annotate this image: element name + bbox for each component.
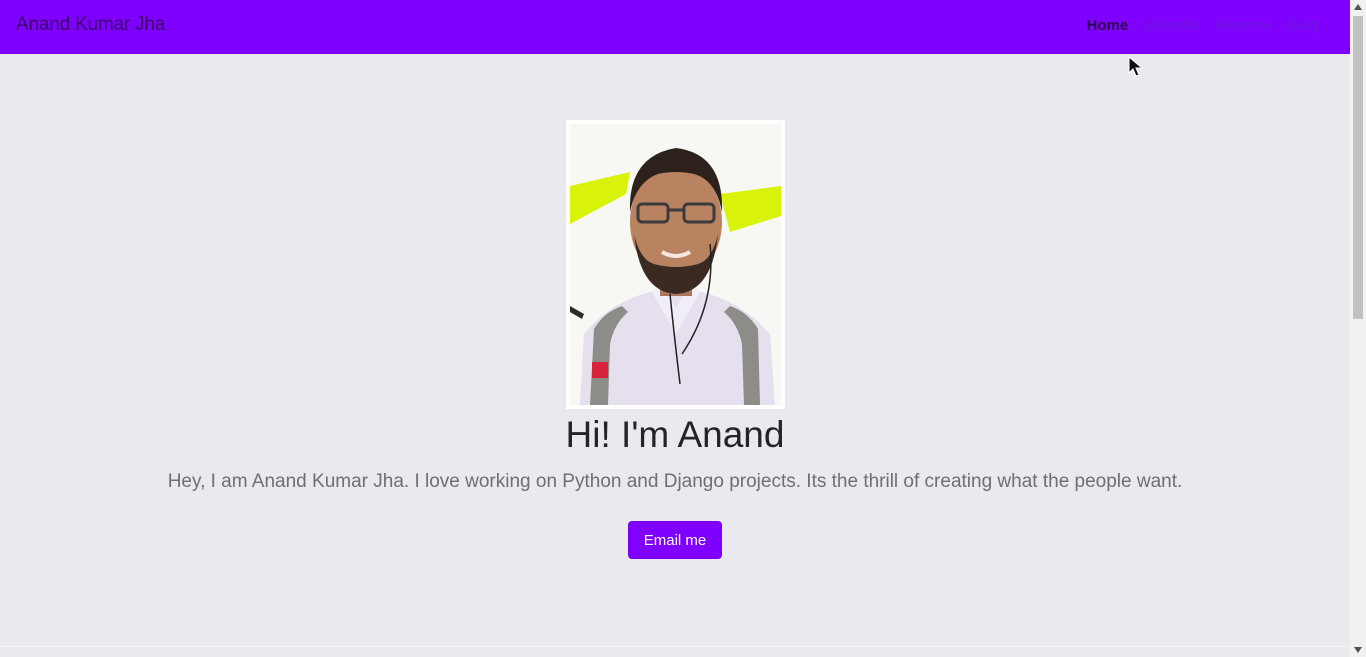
- hero-subtitle: Hey, I am Anand Kumar Jha. I love workin…: [167, 471, 1183, 492]
- brand-link[interactable]: Anand Kumar Jha: [16, 14, 165, 36]
- page-viewport: Anand Kumar Jha Home Linkedin Resume Blo…: [0, 0, 1350, 657]
- scroll-up-arrow-icon[interactable]: [1350, 0, 1366, 14]
- nav-link-blog[interactable]: Blog: [1280, 17, 1326, 34]
- section-divider: [0, 646, 1350, 647]
- scrollbar-thumb[interactable]: [1353, 16, 1363, 319]
- email-me-button[interactable]: Email me: [628, 521, 722, 559]
- nav-link-home[interactable]: Home: [1079, 17, 1137, 34]
- scroll-down-arrow-icon[interactable]: [1350, 643, 1366, 657]
- top-navbar: Anand Kumar Jha Home Linkedin Resume Blo…: [0, 0, 1350, 54]
- nav-link-resume[interactable]: Resume: [1208, 17, 1280, 34]
- profile-photo: [570, 124, 781, 405]
- nav-links: Home Linkedin Resume Blog: [1079, 17, 1326, 34]
- vertical-scrollbar[interactable]: [1350, 0, 1366, 657]
- mouse-cursor-icon: [1128, 56, 1144, 77]
- hero-title: Hi! I'm Anand: [565, 414, 785, 455]
- nav-link-linkedin[interactable]: Linkedin: [1136, 17, 1208, 34]
- profile-photo-frame: [566, 120, 785, 409]
